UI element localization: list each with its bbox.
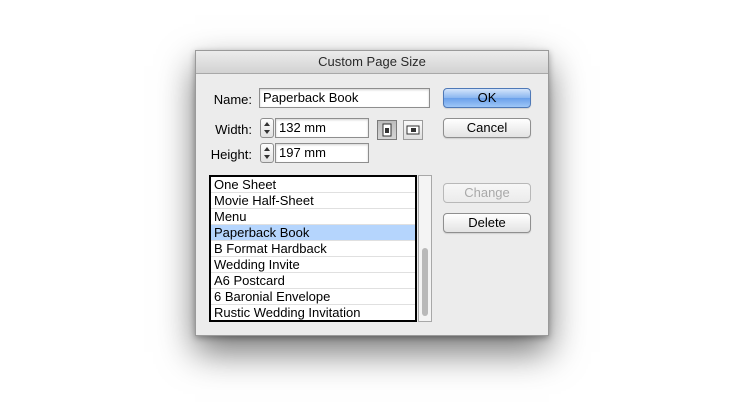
width-field[interactable]: 132 mm bbox=[275, 118, 369, 138]
landscape-orientation-icon bbox=[406, 125, 420, 135]
ok-button[interactable]: OK bbox=[443, 88, 531, 108]
portrait-orientation-button[interactable] bbox=[377, 120, 397, 140]
landscape-orientation-button[interactable] bbox=[403, 120, 423, 140]
page-size-preset-list[interactable]: One Sheet Movie Half-Sheet Menu Paperbac… bbox=[209, 175, 417, 322]
stepper-up-icon bbox=[264, 122, 270, 126]
list-item[interactable]: Movie Half-Sheet bbox=[211, 193, 415, 209]
portrait-orientation-icon bbox=[382, 123, 392, 137]
list-item[interactable]: Wedding Invite bbox=[211, 257, 415, 273]
list-item[interactable]: A6 Postcard bbox=[211, 273, 415, 289]
list-item[interactable]: Rustic Wedding Invitation bbox=[211, 305, 415, 320]
list-item[interactable]: One Sheet bbox=[211, 177, 415, 193]
list-scrollbar[interactable] bbox=[418, 175, 432, 322]
list-item-selected[interactable]: Paperback Book bbox=[211, 225, 415, 241]
stepper-down-icon bbox=[264, 130, 270, 134]
list-item[interactable]: Menu bbox=[211, 209, 415, 225]
dialog-title: Custom Page Size bbox=[196, 51, 548, 74]
stepper-down-icon bbox=[264, 155, 270, 159]
height-label: Height: bbox=[210, 147, 252, 162]
delete-button[interactable]: Delete bbox=[443, 213, 531, 233]
list-item[interactable]: 6 Baronial Envelope bbox=[211, 289, 415, 305]
list-item[interactable]: B Format Hardback bbox=[211, 241, 415, 257]
cancel-button[interactable]: Cancel bbox=[443, 118, 531, 138]
scrollbar-thumb[interactable] bbox=[422, 248, 428, 316]
height-stepper[interactable] bbox=[260, 143, 274, 163]
name-label: Name: bbox=[213, 92, 252, 107]
height-field[interactable]: 197 mm bbox=[275, 143, 369, 163]
width-stepper[interactable] bbox=[260, 118, 274, 138]
change-button[interactable]: Change bbox=[443, 183, 531, 203]
stepper-up-icon bbox=[264, 147, 270, 151]
custom-page-size-dialog: Custom Page Size Name: Paperback Book Wi… bbox=[195, 50, 549, 336]
width-label: Width: bbox=[215, 122, 252, 137]
name-field[interactable]: Paperback Book bbox=[259, 88, 430, 108]
